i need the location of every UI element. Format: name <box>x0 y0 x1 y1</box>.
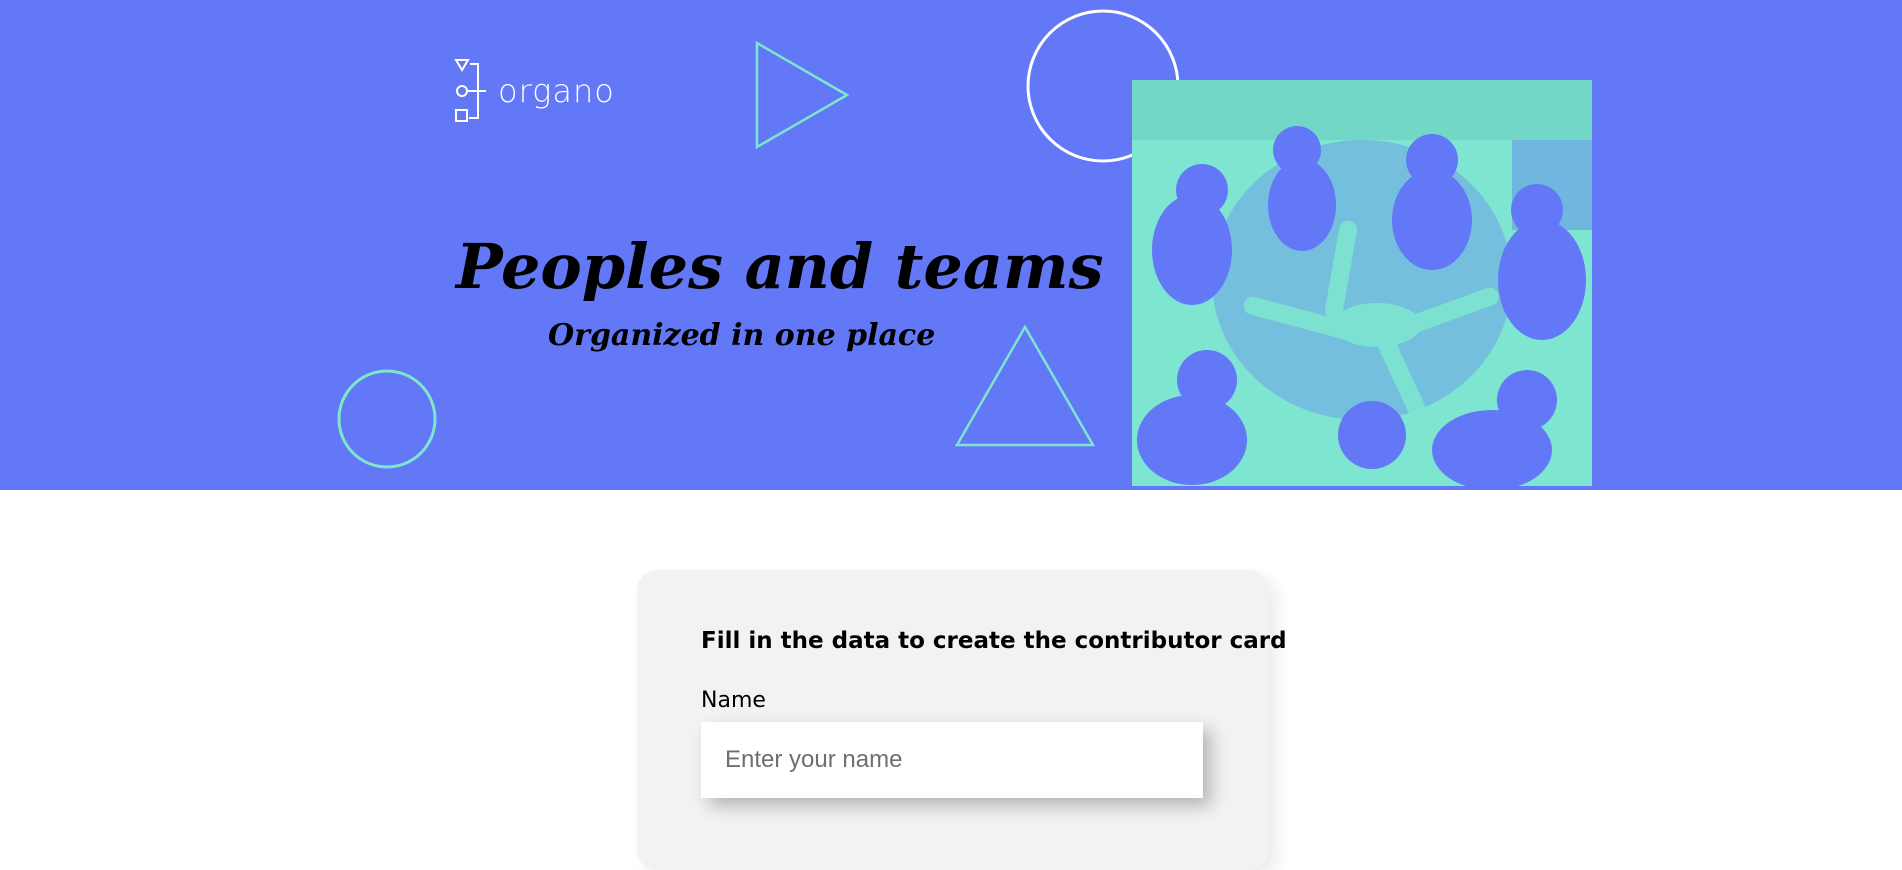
circle-outline-bottom <box>337 369 437 469</box>
banner: organo Peoples and teams Organized in on… <box>0 0 1902 490</box>
team-hands-together-photo <box>1132 80 1592 486</box>
contributor-form: Fill in the data to create the contribut… <box>637 570 1287 870</box>
name-input[interactable] <box>701 722 1203 798</box>
triangle-outline-bottom <box>954 324 1096 447</box>
logo[interactable]: organo <box>454 58 615 124</box>
name-label: Name <box>701 688 766 713</box>
triangle-outline-top <box>755 40 850 150</box>
hero-subtitle: Organized in one place <box>548 318 936 353</box>
hero-title: Peoples and teams <box>456 230 1104 303</box>
org-chart-icon <box>454 59 486 122</box>
brand-name: organo <box>498 72 615 110</box>
form-heading: Fill in the data to create the contribut… <box>701 628 1287 654</box>
